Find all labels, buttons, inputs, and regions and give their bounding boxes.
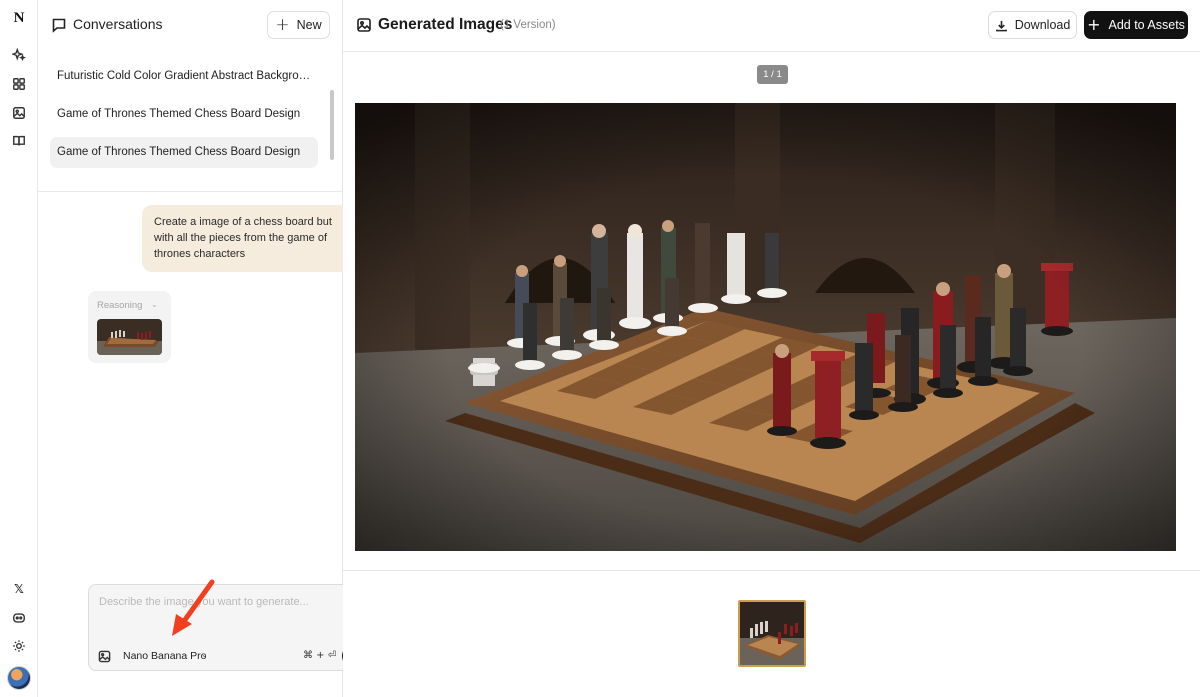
conversations-panel: Conversations + New Futuristic Cold Colo…	[38, 0, 367, 697]
add-to-assets-button[interactable]: + Add to Assets	[1084, 11, 1188, 39]
add-to-assets-label: Add to Assets	[1108, 18, 1185, 32]
generated-image-thumbnail[interactable]	[97, 319, 162, 355]
sparkles-icon[interactable]	[11, 47, 27, 63]
conversation-list-scrollbar[interactable]	[330, 90, 334, 160]
new-button-label: New	[296, 18, 322, 32]
plus-icon: +	[275, 14, 290, 35]
send-shortcut-hint: ⌘ + ⏎	[303, 650, 337, 661]
prompt-composer[interactable]: Describe the image you want to generate.…	[88, 584, 367, 671]
divider	[38, 191, 343, 192]
plus-icon: +	[1087, 15, 1101, 34]
image-pager: 1 / 1	[757, 65, 788, 84]
user-message-bubble: Create a image of a chess board but with…	[142, 205, 361, 272]
download-label: Download	[1014, 18, 1071, 32]
conversation-item-active[interactable]: Game of Thrones Themed Chess Board Desig…	[50, 137, 318, 168]
x-logo-icon[interactable]: 𝕏	[11, 581, 27, 597]
grid-icon[interactable]	[11, 76, 27, 92]
model-selector[interactable]: Nano Banana Pro	[123, 650, 206, 662]
chat-bubble-icon	[51, 17, 67, 33]
main-area: Generated Images (1 Version) Download + …	[343, 0, 1200, 697]
divider	[343, 570, 1200, 571]
conversation-item[interactable]: Futuristic Cold Color Gradient Abstract …	[50, 61, 318, 92]
sun-icon[interactable]	[11, 638, 27, 654]
discord-icon[interactable]	[11, 610, 27, 626]
left-rail: N 𝕏	[0, 0, 38, 697]
chevron-down-icon[interactable]: ⌄	[201, 650, 208, 659]
generated-image[interactable]	[355, 103, 1176, 551]
annotation-arrow	[172, 579, 215, 636]
page-title: Generated Images	[378, 16, 513, 33]
app: N 𝕏 Conversations + New Futuristic Cold …	[0, 0, 1200, 697]
image-icon	[356, 17, 372, 33]
new-conversation-button[interactable]: + New	[267, 11, 330, 39]
book-icon[interactable]	[11, 133, 27, 149]
app-logo[interactable]: N	[10, 9, 28, 27]
image-gallery-icon[interactable]	[11, 105, 27, 121]
chevron-down-icon[interactable]: ⌄	[151, 300, 158, 309]
download-button[interactable]: Download	[988, 11, 1077, 39]
download-icon	[995, 20, 1007, 31]
conversation-item[interactable]: Game of Thrones Themed Chess Board Desig…	[50, 99, 318, 130]
avatar[interactable]	[7, 666, 31, 690]
reasoning-card[interactable]: Reasoning ⌄	[88, 291, 171, 363]
version-count: (1 Version)	[500, 19, 556, 31]
reasoning-label: Reasoning	[97, 300, 143, 311]
image-attach-icon[interactable]	[98, 650, 111, 663]
conversations-title: Conversations	[73, 16, 163, 32]
main-header: Generated Images (1 Version) Download + …	[343, 0, 1200, 52]
conversations-header: Conversations + New	[38, 0, 343, 50]
selected-image-thumbnail[interactable]	[738, 600, 806, 667]
